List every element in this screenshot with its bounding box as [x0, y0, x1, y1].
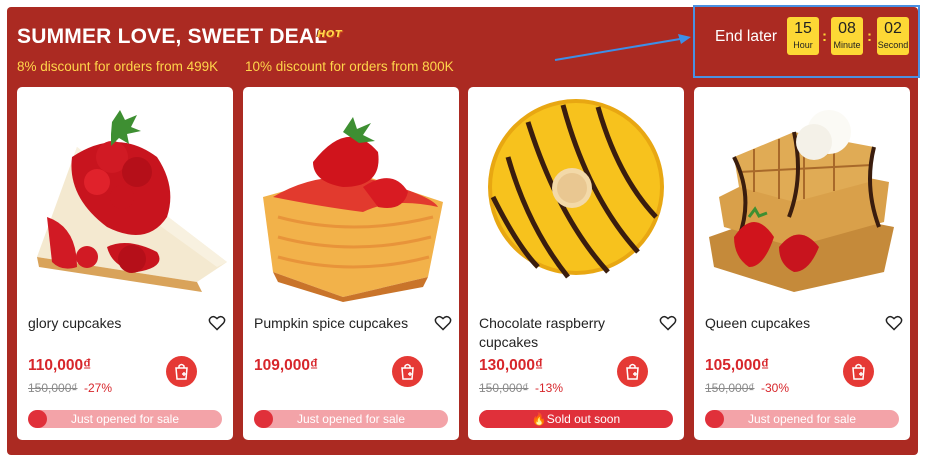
product-discount: -27%: [84, 381, 113, 395]
add-to-cart-button[interactable]: [166, 356, 197, 387]
hot-badge: HOT: [317, 29, 343, 40]
product-name[interactable]: Queen cupcakes: [705, 314, 880, 333]
product-name[interactable]: Chocolate raspberry cupcakes: [479, 314, 654, 352]
timer-seconds-unit: Second: [877, 40, 909, 50]
timer-separator: :: [822, 28, 827, 45]
product-discount: -30%: [761, 381, 790, 395]
sale-progress-bar: Just opened for sale: [254, 410, 448, 428]
discount-tier-1: 8% discount for orders from 499K: [17, 59, 219, 74]
product-price: 110,000₫: [28, 357, 92, 374]
product-card[interactable]: Pumpkin spice cupcakes 109,000₫ Just ope…: [243, 87, 459, 440]
sale-status: Just opened for sale: [747, 412, 857, 426]
product-discount: -13%: [535, 381, 564, 395]
product-price: 109,000₫: [254, 357, 318, 374]
add-to-cart-button[interactable]: [392, 356, 423, 387]
add-to-cart-button[interactable]: [843, 356, 874, 387]
cheesecake-image[interactable]: [17, 87, 233, 302]
timer-seconds: 02 Second: [877, 17, 909, 55]
sale-status: 🔥Sold out soon: [531, 412, 621, 426]
timer-label: End later: [715, 28, 778, 45]
pastry-image[interactable]: [243, 87, 459, 302]
sale-progress-bar: Just opened for sale: [705, 410, 899, 428]
sale-progress-bar: Just opened for sale: [28, 410, 222, 428]
annotation-arrow: [554, 34, 691, 61]
timer-hours-unit: Hour: [793, 40, 813, 50]
product-old-price: 150,000₫: [28, 381, 78, 395]
product-card[interactable]: glory cupcakes 110,000₫ 150,000₫ -27% Ju…: [17, 87, 233, 440]
heart-icon[interactable]: [208, 315, 226, 331]
product-price: 130,000₫: [479, 357, 543, 374]
timer-hours: 15 Hour: [787, 17, 819, 55]
donut-image[interactable]: [468, 87, 684, 302]
waffle-image[interactable]: [694, 87, 910, 302]
heart-icon[interactable]: [659, 315, 677, 331]
product-card[interactable]: Queen cupcakes 105,000₫ 150,000₫ -30% Ju…: [694, 87, 910, 440]
product-name[interactable]: glory cupcakes: [28, 314, 203, 333]
shopping-bag-icon: [401, 363, 414, 380]
heart-icon[interactable]: [434, 315, 452, 331]
shopping-bag-icon: [175, 363, 188, 380]
sale-title: SUMMER LOVE, SWEET DEAL: [17, 25, 328, 48]
sale-status: Just opened for sale: [70, 412, 180, 426]
product-price: 105,000₫: [705, 357, 769, 374]
sale-status: Just opened for sale: [296, 412, 406, 426]
timer-minutes: 08 Minute: [831, 17, 863, 55]
heart-icon[interactable]: [885, 315, 903, 331]
timer-hours-value: 15: [794, 20, 812, 37]
product-name[interactable]: Pumpkin spice cupcakes: [254, 314, 429, 333]
timer-separator: :: [867, 28, 872, 45]
product-old-price: 150,000₫: [479, 381, 529, 395]
timer-minutes-value: 08: [838, 20, 856, 37]
discount-tier-2: 10% discount for orders from 800K: [245, 59, 454, 74]
add-to-cart-button[interactable]: [617, 356, 648, 387]
sale-progress-bar: 🔥Sold out soon: [479, 410, 673, 428]
shopping-bag-icon: [626, 363, 639, 380]
shopping-bag-icon: [852, 363, 865, 380]
timer-minutes-unit: Minute: [833, 40, 861, 50]
product-card[interactable]: Chocolate raspberry cupcakes 130,000₫ 15…: [468, 87, 684, 440]
timer-seconds-value: 02: [884, 20, 902, 37]
product-old-price: 150,000₫: [705, 381, 755, 395]
